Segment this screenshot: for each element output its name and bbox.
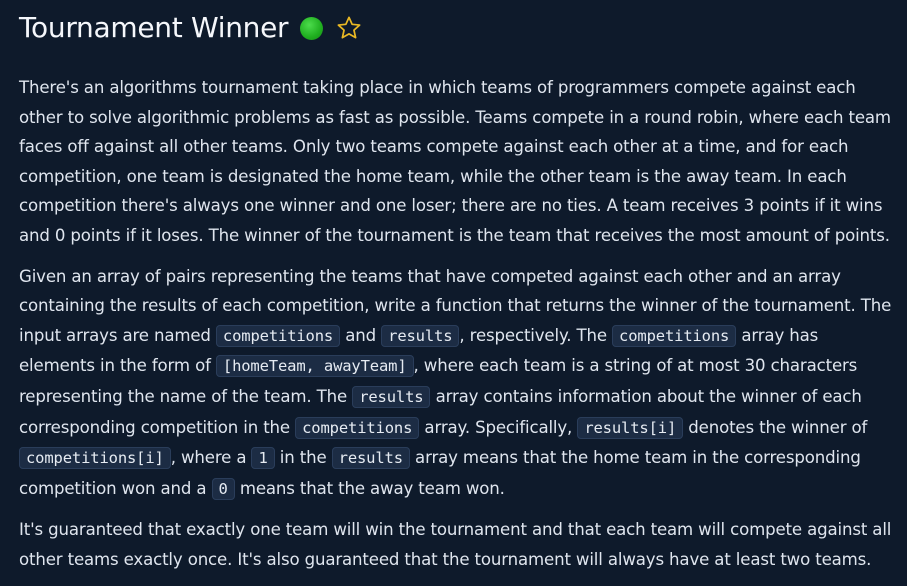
code-results: results [381, 324, 460, 347]
text-segment: , respectively. The [459, 325, 613, 345]
code-results-i: results[i] [577, 416, 684, 439]
paragraph-intro: There's an algorithms tournament taking … [19, 78, 891, 245]
paragraph-guarantees: It's guaranteed that exactly one team wi… [19, 520, 892, 569]
text-segment: in the [274, 448, 332, 468]
title-row: Tournament Winner [19, 9, 893, 47]
difficulty-dot-icon [300, 16, 324, 40]
code-competitions: competitions [295, 416, 420, 439]
code-results: results [331, 447, 410, 470]
code-competitions: competitions [612, 324, 737, 347]
text-segment: and [340, 325, 382, 345]
favorite-star-icon[interactable] [336, 15, 362, 41]
problem-panel: Tournament Winner There's an algorithms … [0, 0, 907, 575]
problem-description: There's an algorithms tournament taking … [19, 73, 893, 575]
problem-title: Tournament Winner [19, 11, 289, 44]
paragraph-details: Given an array of pairs representing the… [19, 262, 893, 505]
code-results: results [352, 385, 431, 408]
code-zero: 0 [211, 477, 235, 500]
code-pair-format: [homeTeam, awayTeam] [215, 355, 414, 378]
code-one: 1 [251, 447, 275, 470]
code-competitions-i: competitions[i] [19, 447, 171, 470]
text-segment: array. Specifically, [419, 417, 578, 437]
text-segment: denotes the winner of [683, 417, 868, 437]
code-competitions: competitions [215, 324, 341, 347]
text-segment: , where a [170, 448, 252, 468]
text-segment: means that the away team won. [234, 478, 505, 498]
